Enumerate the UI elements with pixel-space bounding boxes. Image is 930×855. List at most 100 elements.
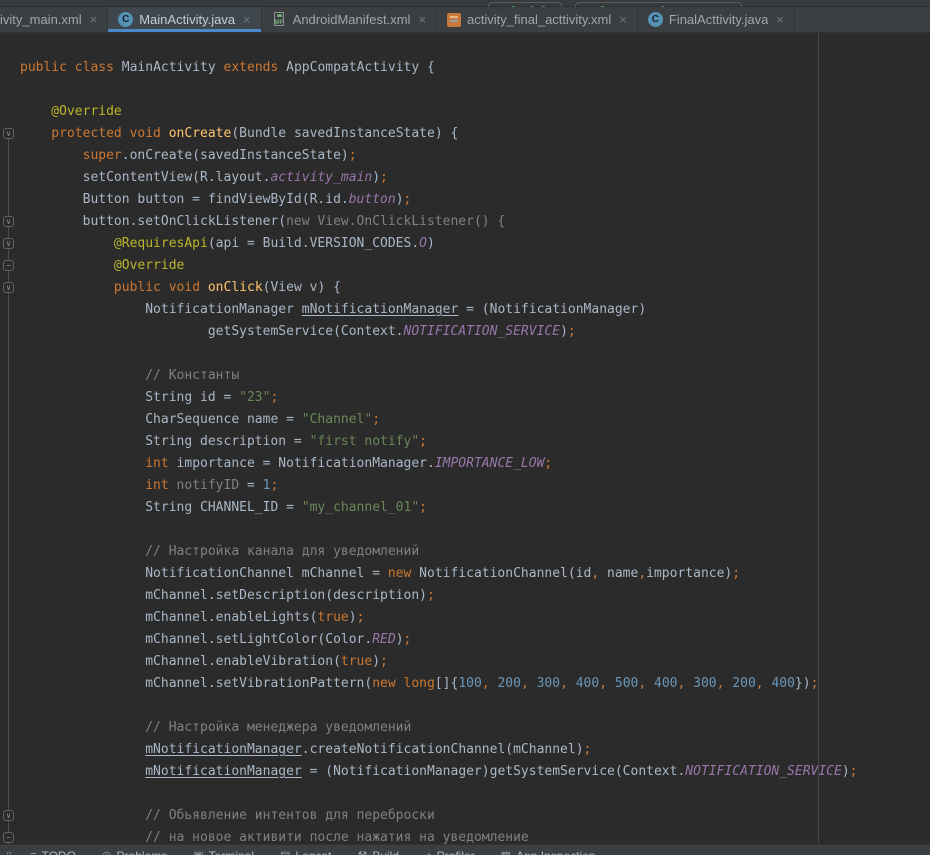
tab-close-icon[interactable]: × xyxy=(243,13,251,26)
code-line[interactable] xyxy=(0,79,930,101)
code-line[interactable]: mChannel.enableLights(true); xyxy=(0,607,930,629)
code-line[interactable]: getSystemService(Context.NOTIFICATION_SE… xyxy=(0,321,930,343)
code-line[interactable]: @RequiresApi(api = Build.VERSION_CODES.O… xyxy=(0,233,930,255)
tool-window-layout-icon[interactable]: ▯ xyxy=(6,850,12,855)
tab-AndroidManifest.xml[interactable]: MFAndroidManifest.xml× xyxy=(262,7,437,32)
code-line[interactable]: mNotificationManager = (NotificationMana… xyxy=(0,761,930,783)
code-token: 400 xyxy=(771,676,794,691)
code-line[interactable]: @Override xyxy=(0,255,930,277)
code-token: int xyxy=(20,456,169,471)
code-token: IMPORTANCE_LOW xyxy=(435,456,545,471)
toolbar-item-todo[interactable]: ≡TODO xyxy=(30,850,76,855)
code-token: new View.OnClickListener() { xyxy=(286,214,505,229)
code-line[interactable]: String description = "first notify"; xyxy=(0,431,930,453)
code-token: 300 xyxy=(693,676,716,691)
class-icon: C xyxy=(648,12,663,27)
code-token: @Override xyxy=(20,104,122,119)
code-editor[interactable]: ∨ ∨ ∨ − ∨ ∨ − public class MainActivity extend… xyxy=(0,33,930,844)
fold-end-icon[interactable]: − xyxy=(3,260,14,271)
code-token: ; xyxy=(544,456,552,471)
code-line[interactable]: super.onCreate(savedInstanceState); xyxy=(0,145,930,167)
code-line[interactable]: // Настройка канала для уведомлений xyxy=(0,541,930,563)
tab-close-icon[interactable]: × xyxy=(418,13,426,26)
fold-down-icon[interactable]: ∨ xyxy=(3,216,14,227)
code-line[interactable]: // на новое активити после нажатия на ув… xyxy=(0,827,930,844)
tab-activity_final_acttivity.xml[interactable]: activity_final_acttivity.xml× xyxy=(437,7,638,32)
code-line[interactable]: // Настройка менеджера уведомлений xyxy=(0,717,930,739)
code-line[interactable] xyxy=(0,695,930,717)
toolbar-item-app-inspection[interactable]: ▦App Inspection xyxy=(501,850,596,855)
code-token: ) xyxy=(842,764,850,779)
fold-down-icon[interactable]: ∨ xyxy=(3,810,14,821)
code-line[interactable]: int importance = NotificationManager.IMP… xyxy=(0,453,930,475)
fold-down-icon[interactable]: ∨ xyxy=(3,238,14,249)
logcat-icon: ▤ xyxy=(280,850,290,855)
toolbar-item-terminal[interactable]: ▣Terminal xyxy=(193,850,254,855)
code-line[interactable]: setContentView(R.layout.activity_main); xyxy=(0,167,930,189)
code-token xyxy=(20,764,145,779)
code-area[interactable]: public class MainActivity extends AppCom… xyxy=(0,57,930,844)
fold-down-icon[interactable]: ∨ xyxy=(3,128,14,139)
code-line[interactable]: public class MainActivity extends AppCom… xyxy=(0,57,930,79)
code-line[interactable]: @Override xyxy=(0,101,930,123)
code-token: 200 xyxy=(497,676,520,691)
code-line[interactable] xyxy=(0,343,930,365)
fold-end-icon[interactable]: − xyxy=(3,832,14,843)
tab-MainActivity.java[interactable]: C MainActivity.java × xyxy=(108,7,261,32)
code-token: ; xyxy=(427,588,435,603)
tab-label: MainActivity.java xyxy=(139,12,235,27)
code-line[interactable]: Button button = findViewById(R.id.button… xyxy=(0,189,930,211)
tab-close-icon[interactable]: × xyxy=(776,13,784,26)
code-token: mNotificationManager xyxy=(302,302,459,317)
code-line[interactable]: NotificationManager mNotificationManager… xyxy=(0,299,930,321)
code-token: ) xyxy=(372,654,380,669)
code-token xyxy=(67,60,75,75)
toolbar-item-problems[interactable]: ◎Problems xyxy=(102,850,167,855)
code-line[interactable]: NotificationChannel mChannel = new Notif… xyxy=(0,563,930,585)
code-token: (View v) { xyxy=(263,280,341,295)
code-token xyxy=(396,676,404,691)
code-line[interactable]: button.setOnClickListener(new View.OnCli… xyxy=(0,211,930,233)
code-token: 300 xyxy=(537,676,560,691)
tab-ivity_main.xml[interactable]: ivity_main.xml × xyxy=(0,7,108,32)
code-line[interactable]: String CHANNEL_ID = "my_channel_01"; xyxy=(0,497,930,519)
code-line[interactable]: int notifyID = 1; xyxy=(0,475,930,497)
code-token: ) xyxy=(427,236,435,251)
code-line[interactable]: public void onClick(View v) { xyxy=(0,277,930,299)
code-token: mChannel.enableLights( xyxy=(20,610,317,625)
code-line[interactable]: mChannel.setVibrationPattern(new long[]{… xyxy=(0,673,930,695)
class-icon: C xyxy=(118,12,133,27)
tab-close-icon[interactable]: × xyxy=(90,13,98,26)
code-line[interactable] xyxy=(0,783,930,805)
code-line[interactable]: protected void onCreate(Bundle savedInst… xyxy=(0,123,930,145)
todo-icon: ≡ xyxy=(30,850,36,855)
code-token: (api = Build.VERSION_CODES. xyxy=(208,236,419,251)
code-line[interactable]: // Константы xyxy=(0,365,930,387)
profiler-icon: ◔ xyxy=(425,850,432,855)
toolbar-item-label: Logcat xyxy=(295,850,331,855)
code-line[interactable]: String id = "23"; xyxy=(0,387,930,409)
tab-close-icon[interactable]: × xyxy=(619,13,627,26)
code-token: ; xyxy=(732,566,740,581)
fold-down-icon[interactable]: ∨ xyxy=(3,282,14,293)
code-token: , xyxy=(638,676,646,691)
code-line[interactable]: CharSequence name = "Channel"; xyxy=(0,409,930,431)
build-icon: ⚒ xyxy=(357,850,367,855)
code-line[interactable]: mChannel.setLightColor(Color.RED); xyxy=(0,629,930,651)
code-line[interactable] xyxy=(0,519,930,541)
code-line[interactable]: mNotificationManager.createNotificationC… xyxy=(0,739,930,761)
code-token: // Обьявление интентов для переброски xyxy=(20,808,435,823)
tab-FinalActtivity.java[interactable]: CFinalActtivity.java× xyxy=(638,7,795,32)
code-token: ; xyxy=(584,742,592,757)
code-line[interactable]: mChannel.enableVibration(true); xyxy=(0,651,930,673)
code-token: NotificationChannel(id xyxy=(411,566,591,581)
toolbar-item-logcat[interactable]: ▤ Logcat xyxy=(280,850,331,855)
code-token: mNotificationManager xyxy=(145,764,302,779)
code-token: = xyxy=(239,478,262,493)
tab-label: ivity_main.xml xyxy=(0,12,82,27)
toolbar-item-profiler[interactable]: ◔Profiler xyxy=(425,850,475,855)
code-line[interactable]: mChannel.setDescription(description); xyxy=(0,585,930,607)
code-token: // на новое активити после нажатия на ув… xyxy=(20,830,529,844)
toolbar-item-build[interactable]: ⚒Build xyxy=(357,850,399,855)
code-line[interactable]: // Обьявление интентов для переброски xyxy=(0,805,930,827)
